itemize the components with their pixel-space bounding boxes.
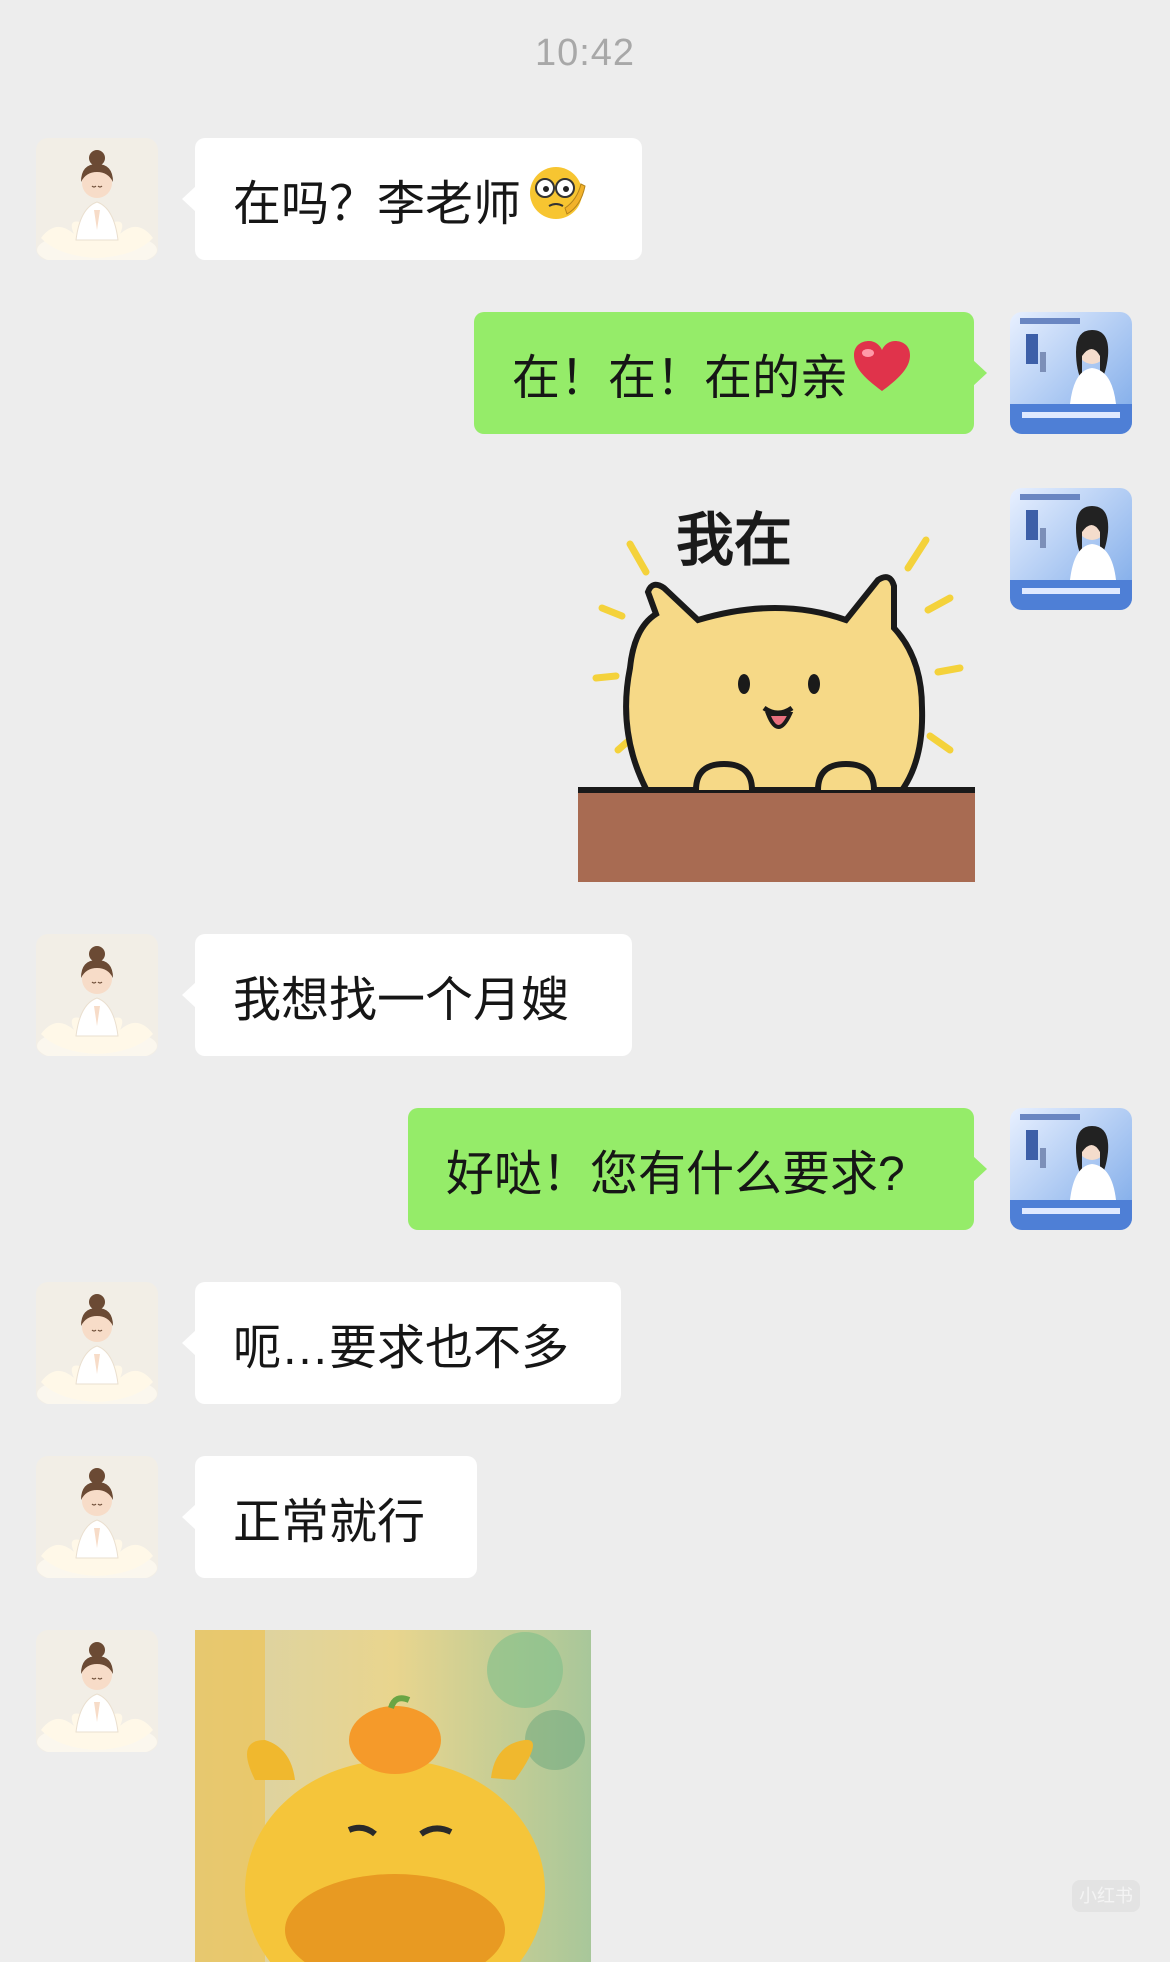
self-avatar[interactable] — [1010, 1108, 1132, 1230]
message-text: 在吗？李老师 — [233, 178, 522, 231]
message-bubble-incoming[interactable]: 正常就行 — [182, 1456, 477, 1578]
message-text: 我想找一个月嫂 — [233, 974, 570, 1027]
smirk-emoji-icon — [525, 162, 587, 236]
message-text: 在！在！在的亲 — [512, 352, 849, 405]
message-bubble-outgoing[interactable]: 好哒！您有什么要求? — [408, 1108, 987, 1230]
self-avatar[interactable] — [1010, 312, 1132, 434]
contact-avatar[interactable] — [36, 138, 158, 260]
message-bubble-incoming[interactable]: 呃…要求也不多 — [182, 1282, 621, 1404]
heart-emoji-icon — [852, 339, 912, 407]
message-text: 正常就行 — [233, 1496, 426, 1549]
contact-avatar[interactable] — [36, 934, 158, 1056]
contact-avatar[interactable] — [36, 1456, 158, 1578]
capybara-sticker[interactable] — [195, 1630, 591, 1962]
self-avatar[interactable] — [1010, 488, 1132, 610]
message-timestamp: 10:42 — [534, 32, 636, 74]
message-bubble-outgoing[interactable]: 在！在！在的亲 — [474, 312, 987, 434]
message-text: 呃…要求也不多 — [233, 1322, 570, 1375]
xiaohongshu-watermark: 小红书 — [1072, 1880, 1140, 1912]
contact-avatar[interactable] — [36, 1630, 158, 1752]
message-text: 好哒！您有什么要求? — [446, 1148, 905, 1201]
contact-avatar[interactable] — [36, 1282, 158, 1404]
message-bubble-incoming[interactable]: 我想找一个月嫂 — [182, 934, 632, 1056]
cat-sticker[interactable]: 我在 — [578, 488, 975, 882]
message-bubble-incoming[interactable]: 在吗？李老师 — [182, 138, 642, 260]
sticker-caption: 我在 — [676, 506, 792, 574]
